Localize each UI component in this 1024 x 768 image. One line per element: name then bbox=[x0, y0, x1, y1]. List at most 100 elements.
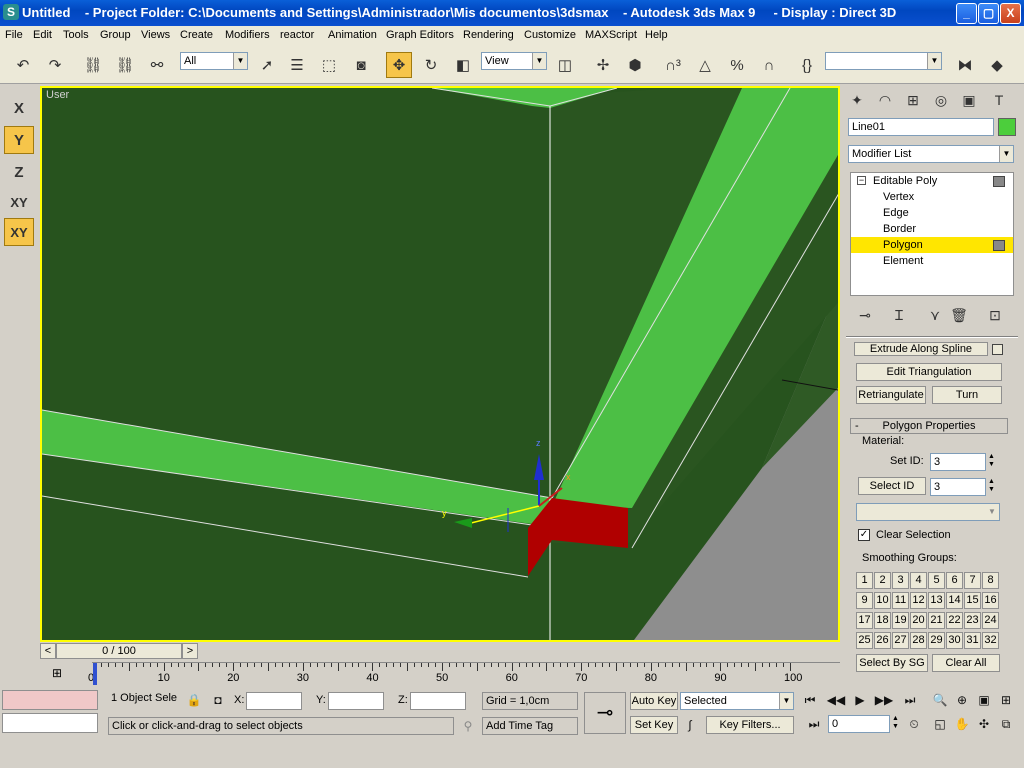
smoothing-group-button[interactable]: 24 bbox=[982, 612, 999, 629]
stack-item-vertex[interactable]: Vertex bbox=[851, 189, 1013, 205]
menu-help[interactable]: Help bbox=[645, 29, 668, 41]
smoothing-group-button[interactable]: 16 bbox=[982, 592, 999, 609]
restrict-xy-plane-active-button[interactable]: XY bbox=[4, 218, 34, 246]
default-in-out-tangent-icon[interactable]: ∫ bbox=[680, 715, 700, 735]
select-and-manipulate-icon[interactable]: ✢ bbox=[590, 52, 616, 78]
menu-views[interactable]: Views bbox=[141, 29, 170, 41]
select-id-spinner[interactable]: 3 bbox=[930, 478, 986, 496]
selection-filter-dropdown[interactable]: All ▼ bbox=[180, 52, 248, 70]
lock-selection-icon[interactable]: 🔒 bbox=[184, 690, 204, 710]
go-to-end-icon[interactable]: ⏭ bbox=[900, 690, 920, 710]
smoothing-group-button[interactable]: 21 bbox=[928, 612, 945, 629]
smoothing-group-button[interactable]: 26 bbox=[874, 632, 891, 649]
maxscript-listener-white[interactable] bbox=[2, 713, 98, 733]
undo-icon[interactable]: ↶ bbox=[10, 52, 36, 78]
maximize-viewport-icon[interactable]: ⧉ bbox=[996, 714, 1016, 734]
z-coord-field[interactable] bbox=[410, 692, 466, 710]
close-button[interactable]: X bbox=[1000, 3, 1021, 24]
named-selection-sets-dropdown[interactable]: ▼ bbox=[825, 52, 942, 70]
menu-animation[interactable]: Animation bbox=[328, 29, 377, 41]
smoothing-group-button[interactable]: 11 bbox=[892, 592, 909, 609]
y-coord-field[interactable] bbox=[328, 692, 384, 710]
stack-item-border[interactable]: Border bbox=[851, 221, 1013, 237]
smoothing-group-button[interactable]: 15 bbox=[964, 592, 981, 609]
menu-modifiers[interactable]: Modifiers bbox=[225, 29, 270, 41]
restrict-y-button[interactable]: Y bbox=[4, 126, 34, 154]
clear-all-button[interactable]: Clear All bbox=[932, 654, 1000, 672]
modifier-list-dropdown[interactable]: Modifier List ▼ bbox=[848, 145, 1014, 163]
window-crossing-icon[interactable]: ◙ bbox=[348, 52, 374, 78]
zoom-all-icon[interactable]: ⊕ bbox=[952, 690, 972, 710]
select-object-icon[interactable]: ➚ bbox=[254, 52, 280, 78]
edit-triangulation-button[interactable]: Edit Triangulation bbox=[856, 363, 1002, 381]
menu-create[interactable]: Create bbox=[180, 29, 213, 41]
key-mode-dropdown[interactable]: Selected ▼ bbox=[680, 692, 794, 710]
absolute-mode-icon[interactable]: ◘ bbox=[208, 690, 228, 710]
minimize-button[interactable]: _ bbox=[956, 3, 977, 24]
stack-item-element[interactable]: Element bbox=[851, 253, 1013, 269]
open-mini-curve-editor-icon[interactable]: ⊞ bbox=[52, 666, 72, 682]
stack-item-editable-poly[interactable]: − Editable Poly bbox=[851, 173, 1013, 189]
object-name-field[interactable]: Line01 bbox=[848, 118, 994, 136]
select-and-move-icon[interactable]: ✥ bbox=[386, 52, 412, 78]
smoothing-group-button[interactable]: 7 bbox=[964, 572, 981, 589]
spinner-arrows-icon[interactable]: ▲ ▼ bbox=[892, 715, 899, 731]
material-name-dropdown[interactable]: ▼ bbox=[856, 503, 1000, 521]
smoothing-group-button[interactable]: 12 bbox=[910, 592, 927, 609]
stack-item-edge[interactable]: Edge bbox=[851, 205, 1013, 221]
make-unique-icon[interactable]: ⋎ bbox=[924, 304, 946, 326]
zoom-extents-all-icon[interactable]: ⊞ bbox=[996, 690, 1016, 710]
maxscript-listener-pink[interactable] bbox=[2, 690, 98, 710]
extrude-settings-icon[interactable] bbox=[992, 344, 1003, 355]
smoothing-group-button[interactable]: 14 bbox=[946, 592, 963, 609]
smoothing-group-button[interactable]: 9 bbox=[856, 592, 873, 609]
utilities-tab-icon[interactable]: T bbox=[988, 89, 1010, 111]
restrict-x-button[interactable]: X bbox=[4, 94, 34, 122]
smoothing-group-button[interactable]: 19 bbox=[892, 612, 909, 629]
3dsmax-app-icon[interactable]: S bbox=[3, 4, 19, 20]
zoom-icon[interactable]: 🔍 bbox=[930, 690, 950, 710]
field-of-view-icon[interactable]: ◱ bbox=[930, 714, 950, 734]
clear-selection-checkbox[interactable]: ✓ bbox=[858, 529, 870, 541]
angle-snap-icon[interactable]: △ bbox=[692, 52, 718, 78]
display-tab-icon[interactable]: ▣ bbox=[958, 89, 980, 111]
zoom-extents-icon[interactable]: ▣ bbox=[974, 690, 994, 710]
pin-stack-icon[interactable]: ⊸ bbox=[854, 304, 876, 326]
smoothing-group-button[interactable]: 13 bbox=[928, 592, 945, 609]
x-coord-field[interactable] bbox=[246, 692, 302, 710]
stack-item-polygon[interactable]: Polygon bbox=[851, 237, 1013, 253]
arc-rotate-icon[interactable]: ✣ bbox=[974, 714, 994, 734]
show-end-result-icon[interactable]: Ɪ bbox=[888, 304, 910, 326]
smoothing-group-button[interactable]: 27 bbox=[892, 632, 909, 649]
smoothing-group-button[interactable]: 28 bbox=[910, 632, 927, 649]
previous-frame-icon[interactable]: ◀◀ bbox=[826, 690, 846, 710]
hierarchy-tab-icon[interactable]: ⊞ bbox=[902, 89, 924, 111]
smoothing-group-button[interactable]: 2 bbox=[874, 572, 891, 589]
smoothing-group-button[interactable]: 18 bbox=[874, 612, 891, 629]
smoothing-group-button[interactable]: 5 bbox=[928, 572, 945, 589]
turn-button[interactable]: Turn bbox=[932, 386, 1002, 404]
auto-key-button[interactable]: Auto Key bbox=[630, 692, 678, 710]
user-viewport[interactable]: User z x y bbox=[40, 86, 840, 642]
redo-icon[interactable]: ↷ bbox=[42, 52, 68, 78]
set-key-button[interactable]: Set Key bbox=[630, 716, 678, 734]
menu-graph-editors[interactable]: Graph Editors bbox=[386, 29, 454, 41]
smoothing-group-button[interactable]: 3 bbox=[892, 572, 909, 589]
edit-named-selection-icon[interactable]: {} bbox=[794, 52, 820, 78]
extrude-along-spline-button[interactable]: Extrude Along Spline bbox=[854, 342, 988, 356]
set-key-icon[interactable]: ⊸ bbox=[584, 692, 626, 734]
smoothing-group-button[interactable]: 31 bbox=[964, 632, 981, 649]
smoothing-group-button[interactable]: 17 bbox=[856, 612, 873, 629]
go-to-start-icon[interactable]: ⏮ bbox=[800, 690, 820, 710]
menu-file[interactable]: File bbox=[5, 29, 23, 41]
menu-reactor[interactable]: reactor bbox=[280, 29, 314, 41]
modify-tab-icon[interactable]: ◠ bbox=[874, 89, 896, 111]
select-by-sg-button[interactable]: Select By SG bbox=[856, 654, 928, 672]
mirror-icon[interactable]: ⧓ bbox=[952, 52, 978, 78]
smoothing-group-button[interactable]: 23 bbox=[964, 612, 981, 629]
viewport-label[interactable]: User bbox=[46, 89, 69, 101]
snaps-toggle-icon[interactable]: ∩³ bbox=[660, 52, 686, 78]
unlink-icon[interactable]: ⛓ bbox=[112, 52, 138, 78]
menu-customize[interactable]: Customize bbox=[524, 29, 576, 41]
smoothing-group-button[interactable]: 8 bbox=[982, 572, 999, 589]
